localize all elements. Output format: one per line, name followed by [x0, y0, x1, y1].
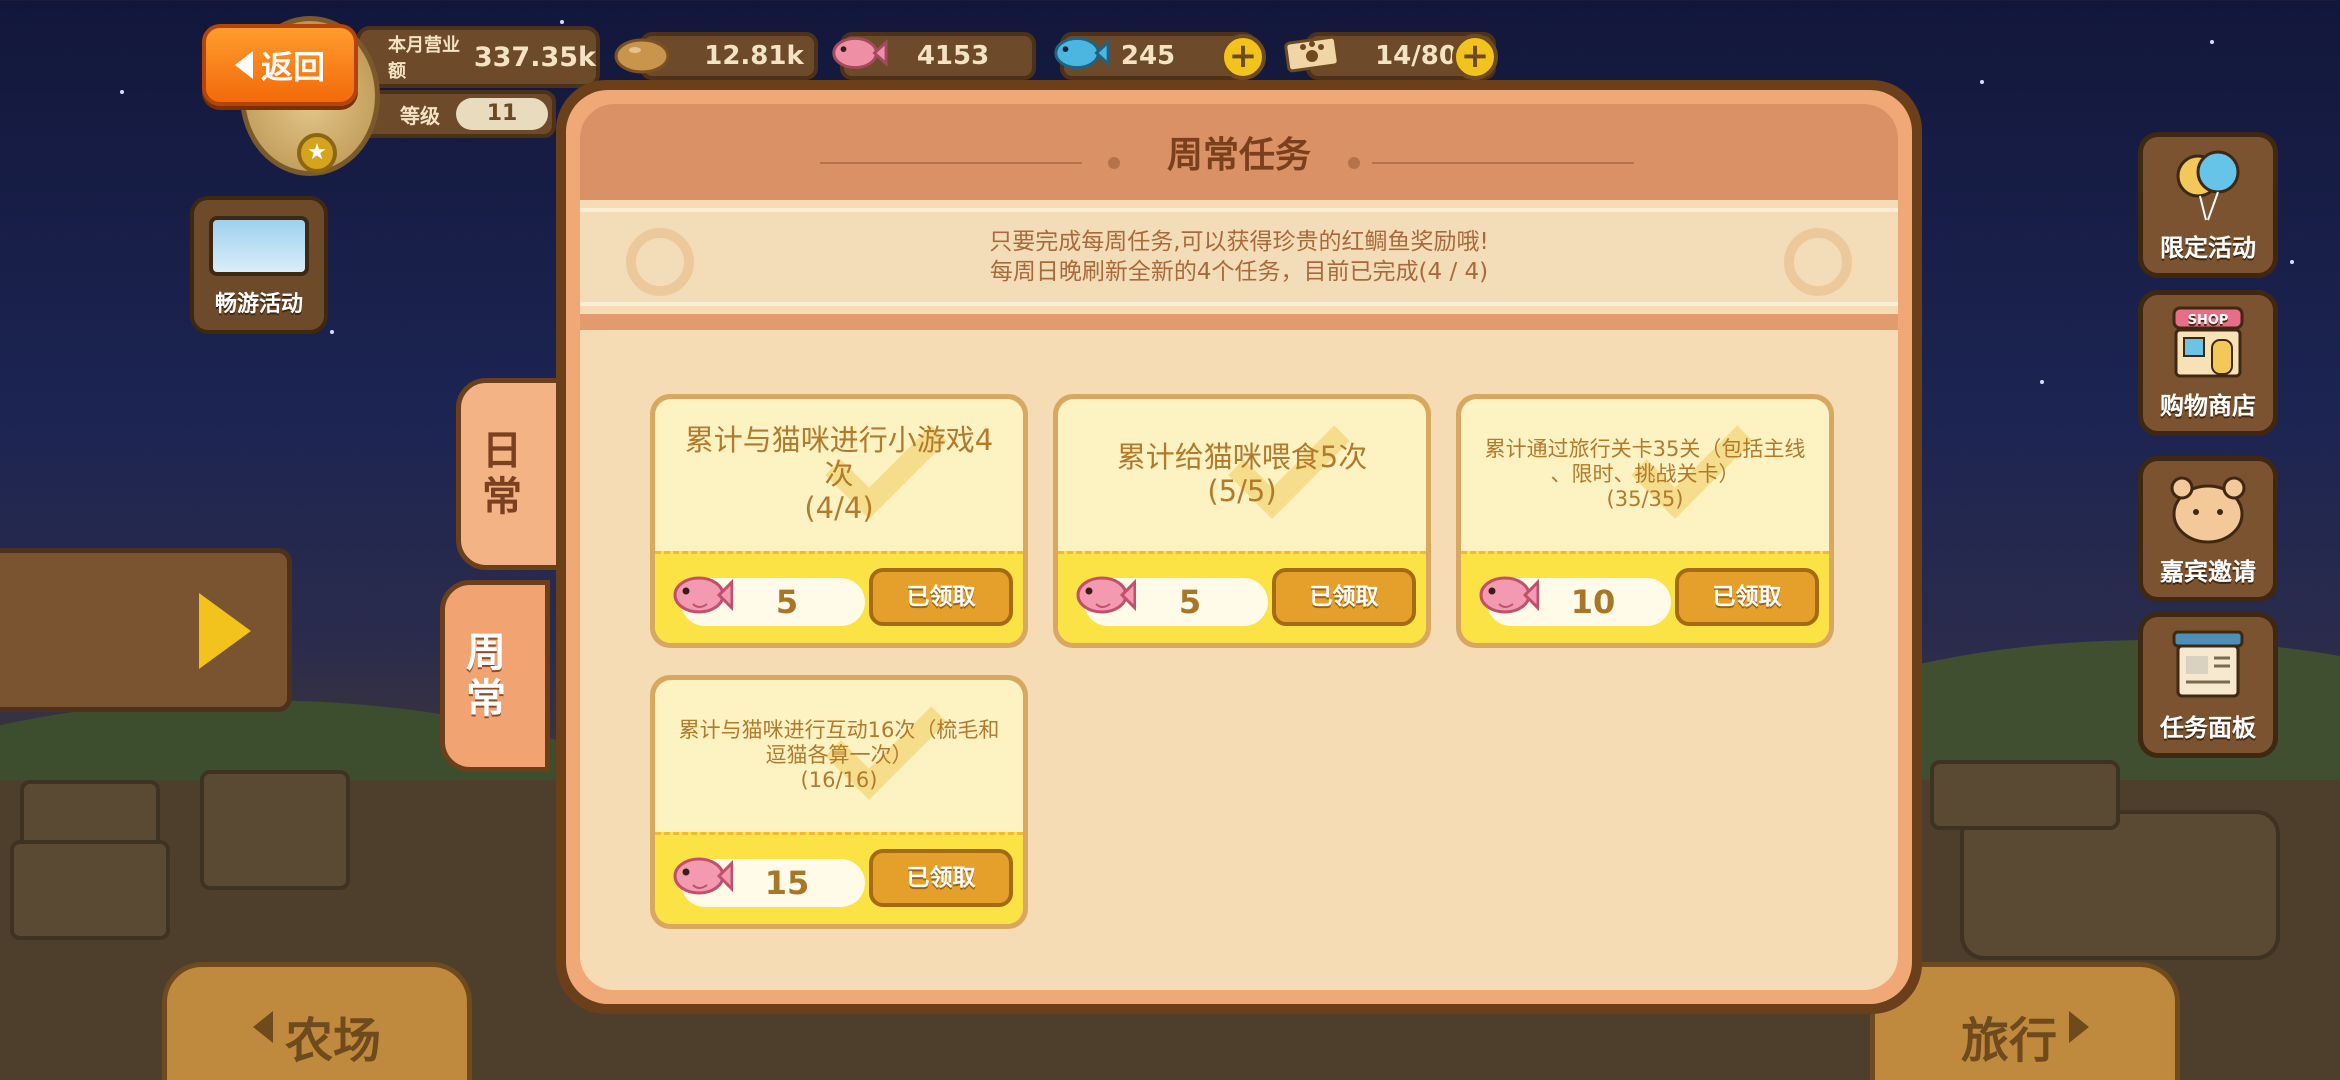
red-snapper-icon: [828, 30, 888, 76]
claimed-button[interactable]: 已领取: [869, 849, 1013, 907]
balloon-icon: [2166, 146, 2250, 222]
task-title: 累计与猫咪进行小游戏4次: [684, 423, 994, 491]
task-board-button[interactable]: 任务面板: [2138, 612, 2278, 758]
left-side-panel[interactable]: [0, 548, 292, 712]
tour-activity-label: 畅游活动: [214, 292, 303, 317]
claimed-button[interactable]: 已领取: [1675, 568, 1819, 626]
blue-fish-icon: [1050, 30, 1110, 76]
revenue-value: 337.35k: [473, 41, 596, 73]
tab-daily-label: 日常: [482, 428, 522, 520]
task-card: 累计给猫咪喂食5次 (5/5) 5 已领取: [1053, 394, 1431, 648]
tab-daily[interactable]: 日常: [456, 378, 566, 570]
resource-bread-value: 12.81k: [704, 41, 804, 71]
back-arrow-icon: [234, 51, 253, 79]
level-value: 11: [456, 98, 548, 130]
resource-red-snapper-value: 4153: [916, 41, 990, 71]
back-label: 返回: [260, 48, 325, 86]
monthly-revenue-panel: 本月营业额 337.35k: [356, 26, 600, 88]
dialog-title-bar: 周常任务: [580, 104, 1898, 200]
tab-weekly[interactable]: 周常: [440, 580, 550, 772]
description-line-1: 只要完成每周任务,可以获得珍贵的红鲷鱼奖励哦!: [989, 229, 1489, 255]
shop-icon: SHOP: [2166, 304, 2250, 380]
claimed-button[interactable]: 已领取: [869, 568, 1013, 626]
task-title-line-2: 、限时、挑战关卡）: [1550, 461, 1740, 486]
play-arrow-icon: [199, 593, 251, 669]
chevron-left-icon: [252, 1011, 273, 1043]
description-line-2: 每周日晚刷新全新的4个任务，目前已完成(4 / 4): [989, 259, 1489, 285]
level-medal-icon: ★: [297, 133, 337, 173]
limited-event-label: 限定活动: [2160, 234, 2256, 262]
dialog-description: 只要完成每周任务,可以获得珍贵的红鲷鱼奖励哦! 每周日晚刷新全新的4个任务，目前…: [580, 208, 1898, 306]
reward-amount: 10: [1570, 583, 1616, 621]
back-button[interactable]: 返回: [202, 24, 358, 106]
task-card: 累计与猫咪进行互动16次（梳毛和 逗猫各算一次） (16/16) 15 已领取: [650, 675, 1028, 929]
red-snapper-icon: [669, 570, 734, 620]
reward-amount: 5: [775, 583, 799, 621]
swirl-ornament-icon: [1784, 228, 1852, 296]
travel-label: 旅行: [1960, 1013, 2057, 1069]
add-blue-fish-button[interactable]: +: [1220, 34, 1266, 80]
chevron-right-icon: [2069, 1011, 2089, 1043]
task-progress: (16/16): [800, 767, 878, 792]
task-progress: (5/5): [1207, 474, 1277, 508]
guest-invite-label: 嘉宾邀请: [2160, 558, 2256, 586]
reward-amount: 5: [1178, 583, 1202, 621]
tour-activity-button[interactable]: 畅游活动: [190, 196, 328, 334]
resource-paw-ticket-value: 14/80: [1375, 41, 1457, 71]
swirl-ornament-icon: [626, 228, 694, 296]
task-card: 累计通过旅行关卡35关（包括主线 、限时、挑战关卡） (35/35) 10 已领…: [1456, 394, 1834, 648]
paw-ticket-icon: [1282, 30, 1342, 76]
task-title: 累计给猫咪喂食5次: [1116, 440, 1368, 474]
resource-blue-fish-value: 245: [1120, 41, 1176, 71]
claimed-button[interactable]: 已领取: [1272, 568, 1416, 626]
task-progress: (35/35): [1606, 486, 1684, 511]
bread-icon: [612, 30, 672, 76]
task-card: 累计与猫咪进行小游戏4次 (4/4) 5 已领取: [650, 394, 1028, 648]
task-title-line-2: 逗猫各算一次）: [765, 742, 913, 767]
task-title: 累计通过旅行关卡35关（包括主线: [1484, 436, 1806, 461]
farm-label: 农场: [284, 1013, 381, 1069]
farm-button[interactable]: 农场: [162, 962, 472, 1080]
add-paw-ticket-button[interactable]: +: [1452, 34, 1498, 80]
red-snapper-icon: [669, 851, 734, 901]
tab-weekly-label: 周常: [466, 630, 506, 722]
task-progress: (4/4): [804, 491, 874, 525]
level-label: 等级: [400, 103, 440, 128]
red-snapper-icon: [1072, 570, 1137, 620]
hamster-icon: [2166, 470, 2250, 546]
guest-invite-button[interactable]: 嘉宾邀请: [2138, 456, 2278, 602]
shop-button[interactable]: SHOP 购物商店: [2138, 290, 2278, 436]
revenue-label: 本月营业额: [388, 35, 460, 82]
task-board-label: 任务面板: [2160, 714, 2256, 742]
weekly-task-dialog: 周常任务 只要完成每周任务,可以获得珍贵的红鲷鱼奖励哦! 每周日晚刷新全新的4个…: [556, 80, 1922, 1014]
level-panel: 等级 11: [356, 90, 556, 138]
mountain-poster-icon: [209, 216, 309, 276]
limited-event-button[interactable]: 限定活动: [2138, 132, 2278, 278]
svg-text:SHOP: SHOP: [2188, 313, 2229, 328]
shop-label: 购物商店: [2160, 392, 2256, 420]
task-board-icon: [2166, 626, 2250, 702]
dialog-title: 周常任务: [1166, 135, 1311, 176]
red-snapper-icon: [1475, 570, 1540, 620]
reward-amount: 15: [764, 864, 810, 902]
task-title: 累计与猫咪进行互动16次（梳毛和: [678, 717, 1000, 742]
